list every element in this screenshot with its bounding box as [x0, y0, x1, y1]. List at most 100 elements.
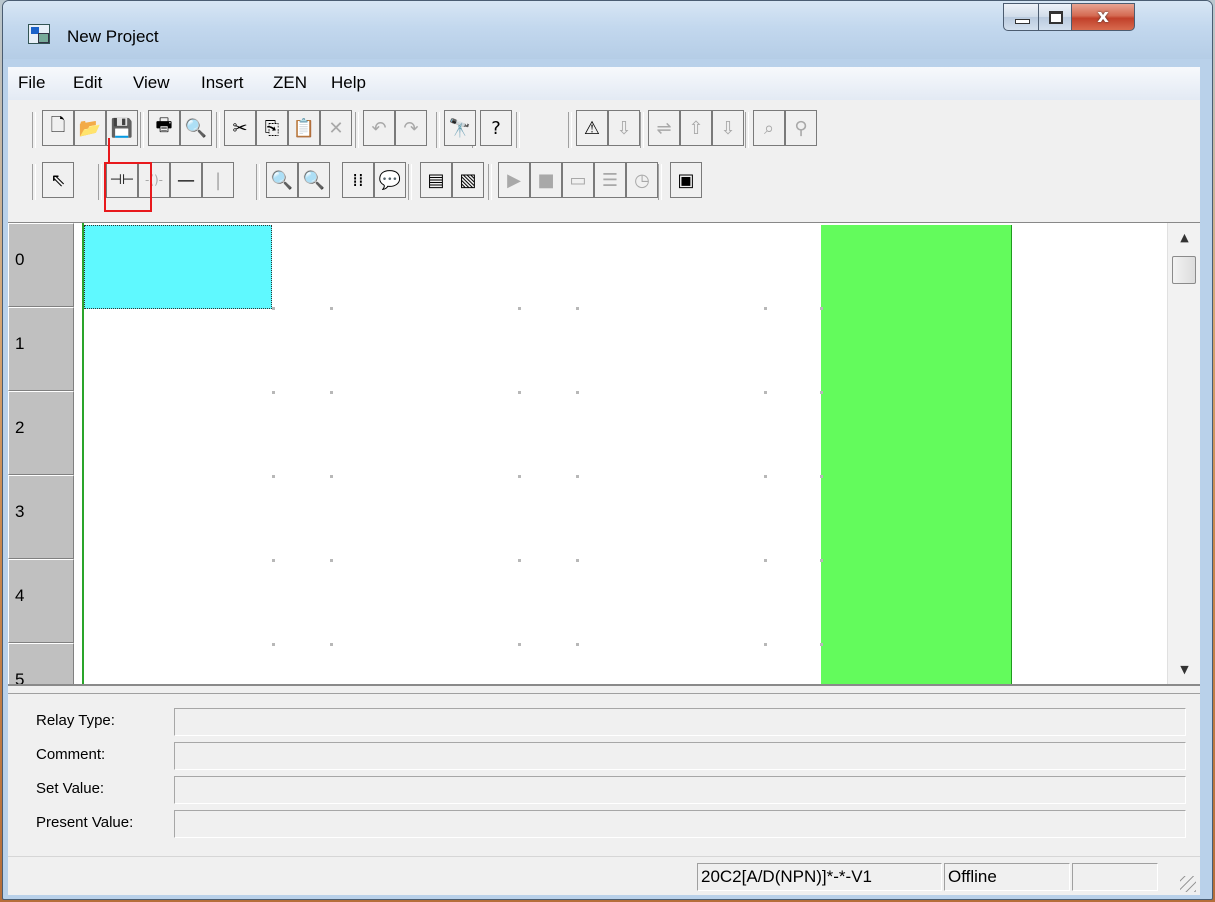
menu-bar: File Edit View Insert ZEN Help: [8, 67, 1200, 101]
scroll-down-icon[interactable]: ▼: [1168, 663, 1200, 676]
compare-icon[interactable]: ⇌: [648, 110, 680, 146]
vertical-scrollbar[interactable]: ▲ ▼: [1167, 223, 1200, 685]
grid-dot: [820, 559, 823, 562]
inspect-icon[interactable]: ⌕: [753, 110, 785, 146]
output-column[interactable]: [821, 225, 1012, 685]
annotation-highlight-box: [104, 162, 152, 212]
grid-dot: [576, 475, 579, 478]
upload-icon[interactable]: ⇧: [680, 110, 712, 146]
parameter-view-icon[interactable]: ▧: [452, 162, 484, 198]
toolbar-separator: [745, 112, 749, 148]
menu-zen[interactable]: ZEN: [273, 73, 307, 93]
close-icon: x: [1097, 6, 1109, 27]
zoom-out-icon[interactable]: 🔍: [266, 162, 298, 198]
grid-icon[interactable]: ⁞⁞: [342, 162, 374, 198]
status-extra: [1072, 863, 1158, 891]
comment-icon[interactable]: 💬: [374, 162, 406, 198]
monitor-icon[interactable]: ▭: [562, 162, 594, 198]
menu-insert[interactable]: Insert: [201, 73, 244, 93]
pane-splitter[interactable]: [8, 684, 1200, 694]
grid-dot: [764, 475, 767, 478]
vertical-line-icon[interactable]: |: [202, 162, 234, 198]
save-icon[interactable]: 💾: [106, 110, 138, 146]
device-type-status: 20C2[A/D(NPN)]*-*-V1: [697, 863, 942, 891]
zoom-in-icon[interactable]: 🔍: [298, 162, 330, 198]
grid-dot: [518, 559, 521, 562]
select-pointer-icon[interactable]: ⇖: [42, 162, 74, 198]
warning-check-icon[interactable]: ⚠: [576, 110, 608, 146]
grid-dot: [330, 391, 333, 394]
grid-dot: [272, 559, 275, 562]
copy-icon[interactable]: ⎘: [256, 110, 288, 146]
ladder-editor[interactable]: 0 1 2 3 4 5 ▲ ▼: [8, 222, 1200, 685]
relay-type-field: [174, 708, 1186, 736]
selected-cell[interactable]: [84, 225, 272, 309]
app-icon[interactable]: [28, 24, 50, 44]
undo-icon[interactable]: ↶: [363, 110, 395, 146]
grid-dot: [576, 391, 579, 394]
toolbar-separator: [256, 164, 260, 200]
connection-status: Offline: [944, 863, 1070, 891]
toolbar-grip[interactable]: [32, 164, 36, 200]
print-preview-icon[interactable]: 🔍: [180, 110, 212, 146]
row-header[interactable]: 0: [8, 223, 74, 307]
toolbar-separator: [98, 164, 102, 200]
window-title: New Project: [67, 27, 159, 46]
simulate-icon[interactable]: ▣: [670, 162, 702, 198]
redo-icon[interactable]: ↷: [395, 110, 427, 146]
clock-icon[interactable]: ◷: [626, 162, 658, 198]
grid-dot: [764, 391, 767, 394]
stop-icon[interactable]: ■: [530, 162, 562, 198]
connect-icon[interactable]: ⚲: [785, 110, 817, 146]
grid-dot: [518, 643, 521, 646]
new-file-icon[interactable]: 🗋: [42, 110, 74, 146]
print-icon[interactable]: 🖶: [148, 110, 180, 146]
comment-label: Comment:: [36, 746, 106, 763]
toolbar-separator: [516, 112, 520, 148]
toolbar-separator: [658, 164, 662, 200]
toolbar-grip[interactable]: [32, 112, 36, 148]
open-folder-icon[interactable]: 📂: [74, 110, 106, 146]
standard-toolbar: 🗋 📂 💾 🖶 🔍 ✂ ⎘ 📋 ✕ ↶ ↷ 🔭? ⚠ ⇩ ⇌ ⇧ ⇩ ⌕ ⚲: [8, 108, 1200, 152]
horizontal-line-icon[interactable]: —: [170, 162, 202, 198]
resize-grip[interactable]: [1180, 876, 1196, 892]
menu-file[interactable]: File: [18, 73, 45, 93]
grid-dot: [272, 475, 275, 478]
menu-edit[interactable]: Edit: [73, 73, 102, 93]
close-button[interactable]: x: [1071, 3, 1135, 31]
row-header[interactable]: 5: [8, 643, 74, 685]
ladder-toolbar: ⇖ ⊣⊢ -()- — | 🔍 🔍 ⁞⁞ 💬 ▤ ▧ ▶ ■ ▭ ☰ ◷ ▣: [8, 160, 1200, 204]
grid-dot: [576, 307, 579, 310]
ladder-view-icon[interactable]: ▤: [420, 162, 452, 198]
paste-icon[interactable]: 📋: [288, 110, 320, 146]
maximize-button[interactable]: [1038, 3, 1072, 31]
row-header[interactable]: 1: [8, 307, 74, 391]
transfer-icon[interactable]: ⇩: [608, 110, 640, 146]
help-icon[interactable]: ?: [480, 110, 512, 146]
scroll-thumb[interactable]: [1172, 256, 1196, 284]
list-icon[interactable]: ☰: [594, 162, 626, 198]
delete-icon[interactable]: ✕: [320, 110, 352, 146]
menu-help[interactable]: Help: [331, 73, 366, 93]
run-icon[interactable]: ▶: [498, 162, 530, 198]
minimize-button[interactable]: [1003, 3, 1039, 31]
scroll-up-icon[interactable]: ▲: [1168, 231, 1200, 244]
grid-dot: [330, 475, 333, 478]
row-header[interactable]: 4: [8, 559, 74, 643]
find-icon[interactable]: 🔭: [444, 110, 476, 146]
row-header[interactable]: 3: [8, 475, 74, 559]
grid-dot: [764, 559, 767, 562]
row-header[interactable]: 2: [8, 391, 74, 475]
toolbar-separator: [216, 112, 220, 148]
set-value-label: Set Value:: [36, 780, 105, 797]
menu-view[interactable]: View: [133, 73, 170, 93]
download-icon[interactable]: ⇩: [712, 110, 744, 146]
status-bar: 20C2[A/D(NPN)]*-*-V1 Offline: [8, 856, 1200, 895]
toolbar-separator: [355, 112, 359, 148]
grid-dot: [576, 559, 579, 562]
title-bar[interactable]: New Project x: [3, 1, 1212, 59]
set-value-field: [174, 776, 1186, 804]
grid-dot: [820, 475, 823, 478]
present-value-label: Present Value:: [36, 814, 134, 831]
cut-icon[interactable]: ✂: [224, 110, 256, 146]
